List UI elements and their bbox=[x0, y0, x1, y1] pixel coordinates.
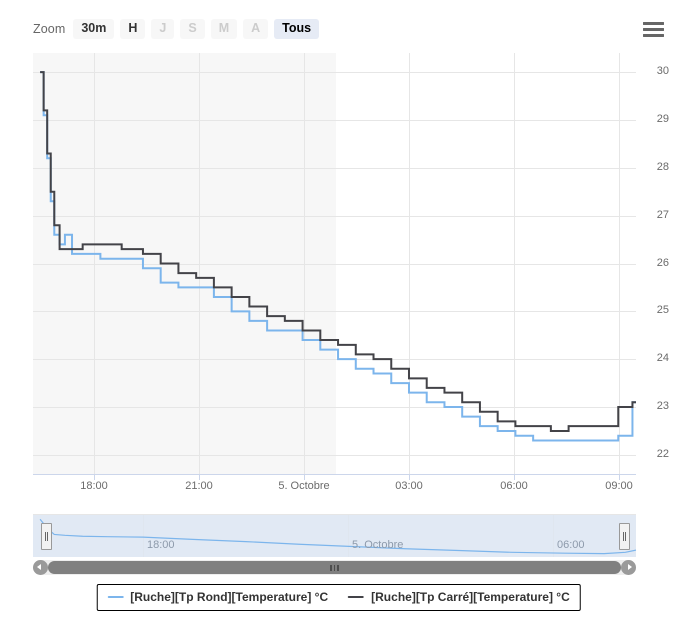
navigator-handle-right[interactable] bbox=[619, 523, 630, 550]
handle-grip-line bbox=[622, 532, 624, 541]
navigator-scrollbar[interactable] bbox=[33, 560, 636, 575]
navigator-handle-left[interactable] bbox=[41, 523, 52, 550]
handle-grip-line bbox=[625, 532, 627, 541]
y-axis-tick-label: 30 bbox=[656, 65, 669, 78]
navigator-x-tick-label: 5. Octobre bbox=[352, 539, 404, 551]
range-button-s: S bbox=[180, 19, 205, 39]
y-axis-tick-label: 23 bbox=[656, 400, 669, 413]
y-axis-tick-label: 29 bbox=[656, 112, 669, 125]
arrow-glyph bbox=[37, 564, 41, 570]
x-axis-tick-label: 21:00 bbox=[185, 480, 213, 492]
scroll-right-arrow-icon[interactable] bbox=[621, 560, 636, 575]
series-lines bbox=[40, 71, 636, 442]
range-button-h[interactable]: H bbox=[120, 19, 146, 39]
range-button-30m[interactable]: 30m bbox=[73, 19, 115, 39]
y-axis-tick-label: 25 bbox=[656, 304, 669, 317]
legend-label: [Ruche][Tp Rond][Temperature] °C bbox=[130, 590, 329, 604]
y-axis-tick-label: 26 bbox=[656, 256, 669, 269]
scroll-left-arrow-icon[interactable] bbox=[33, 560, 48, 575]
range-selector-label: Zoom bbox=[33, 22, 66, 36]
series-line-tp-rond bbox=[40, 71, 636, 442]
range-selector: Zoom 30m H J S M A Tous bbox=[33, 18, 320, 40]
hamburger-line bbox=[642, 27, 664, 31]
legend: [Ruche][Tp Rond][Temperature] °C [Ruche][… bbox=[96, 584, 581, 611]
navigator[interactable]: 18:00 5. Octobre 06:00 bbox=[33, 514, 637, 557]
x-axis-tick-label: 18:00 bbox=[80, 480, 108, 492]
hamburger-menu-icon[interactable] bbox=[641, 18, 665, 40]
x-axis-tick-label: 03:00 bbox=[395, 480, 423, 492]
legend-item[interactable]: [Ruche][Tp Rond][Temperature] °C bbox=[107, 590, 328, 604]
highcharts-stock-chart: Zoom 30m H J S M A Tous 30 29 28 27 26 25 24 23 22 18:… bbox=[0, 0, 677, 632]
handle-grip-line bbox=[44, 532, 46, 541]
scrollbar-thumb[interactable] bbox=[48, 561, 621, 574]
range-button-a: A bbox=[243, 19, 269, 39]
legend-color-swatch bbox=[348, 596, 365, 598]
thumb-grip-line bbox=[333, 564, 336, 571]
x-axis-line bbox=[33, 474, 636, 475]
range-button-m: M bbox=[210, 19, 238, 39]
navigator-x-tick-label: 18:00 bbox=[147, 539, 175, 551]
hamburger-line bbox=[642, 33, 664, 37]
legend-color-swatch bbox=[107, 596, 124, 598]
x-axis-tick-label: 09:00 bbox=[605, 480, 633, 492]
x-axis-tick-label: 06:00 bbox=[500, 480, 528, 492]
range-button-tous[interactable]: Tous bbox=[274, 19, 320, 39]
y-axis-tick-label: 24 bbox=[656, 352, 669, 365]
legend-label: [Ruche][Tp Carré][Temperature] °C bbox=[371, 590, 570, 604]
thumb-grip-line bbox=[337, 564, 339, 571]
y-axis-tick-label: 22 bbox=[656, 447, 669, 460]
hamburger-line bbox=[642, 21, 664, 25]
thumb-grip-line bbox=[330, 564, 332, 571]
handle-grip-line bbox=[47, 532, 49, 541]
range-button-group: 30m H J S M A Tous bbox=[73, 19, 320, 39]
legend-item[interactable]: [Ruche][Tp Carré][Temperature] °C bbox=[348, 590, 570, 604]
navigator-series-line bbox=[39, 518, 637, 555]
y-axis-tick-label: 27 bbox=[656, 208, 669, 221]
series-line-tp-carre bbox=[40, 71, 636, 432]
navigator-x-tick-label: 06:00 bbox=[557, 539, 585, 551]
navigator-line bbox=[39, 518, 637, 555]
y-axis-tick-label: 28 bbox=[656, 160, 669, 173]
arrow-glyph bbox=[628, 564, 632, 570]
x-axis-tick-label: 5. Octobre bbox=[278, 480, 330, 492]
range-button-j: J bbox=[151, 19, 175, 39]
plot-area[interactable] bbox=[33, 53, 636, 474]
